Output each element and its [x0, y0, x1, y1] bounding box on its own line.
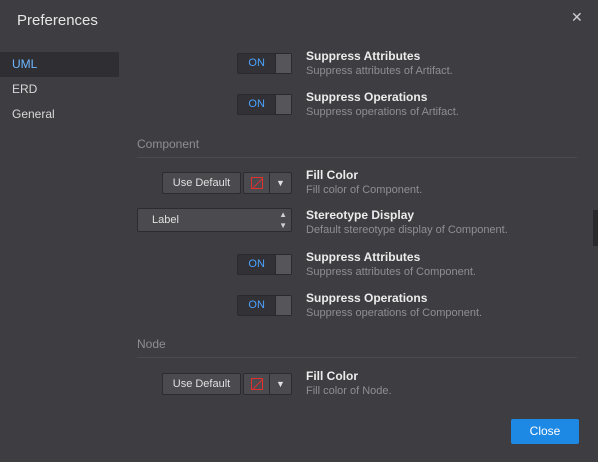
- artifact-suppress-attributes-row: ON Suppress Attributes Suppress attribut…: [137, 46, 577, 86]
- property-name: Fill Color: [306, 369, 358, 383]
- dialog-title: Preferences: [17, 12, 98, 29]
- property-name: Suppress Attributes: [306, 250, 421, 264]
- component-suppress-attributes-row: ON Suppress Attributes Suppress attribut…: [137, 247, 577, 287]
- artifact-suppress-operations-row: ON Suppress Operations Suppress operatio…: [137, 87, 577, 127]
- property-description: Suppress attributes of Artifact.: [306, 65, 453, 77]
- toggle-state: ON: [238, 255, 276, 274]
- use-default-button[interactable]: Use Default: [162, 172, 241, 194]
- property-description: Fill color of Component.: [306, 184, 423, 196]
- property-description: Suppress operations of Artifact.: [306, 106, 459, 118]
- section-divider: [137, 157, 577, 158]
- toggle-knob: [275, 95, 291, 114]
- stereotype-display-select[interactable]: Label ▲ ▼: [137, 208, 292, 232]
- select-arrows-icon: ▲ ▼: [279, 210, 287, 230]
- fill-color-picker[interactable]: ▼: [243, 373, 292, 395]
- section-divider: [137, 357, 577, 358]
- property-description: Default stereotype display of Component.: [306, 224, 508, 236]
- component-suppress-operations-toggle[interactable]: ON: [237, 295, 292, 316]
- component-stereotype-display-row: Label ▲ ▼ Stereotype Display Default ster…: [137, 202, 577, 242]
- toggle-knob: [275, 255, 291, 274]
- artifact-suppress-operations-toggle[interactable]: ON: [237, 94, 292, 115]
- toggle-state: ON: [238, 296, 276, 315]
- component-suppress-operations-row: ON Suppress Operations Suppress operatio…: [137, 288, 577, 328]
- section-title: Component: [137, 137, 200, 151]
- chevron-down-icon: ▼: [276, 178, 285, 188]
- section-node: Node: [137, 337, 577, 358]
- property-name: Suppress Operations: [306, 291, 428, 305]
- close-button[interactable]: Close: [511, 419, 579, 444]
- select-value: Label: [152, 214, 179, 226]
- node-fill-color-row: Use Default ▼ Fill Color Fill color of N…: [137, 367, 577, 405]
- sidebar-item-uml[interactable]: UML: [0, 52, 119, 77]
- artifact-suppress-attributes-toggle[interactable]: ON: [237, 53, 292, 74]
- no-color-swatch-icon: [251, 177, 263, 189]
- property-name: Suppress Operations: [306, 90, 428, 104]
- sidebar: UML ERD General: [0, 52, 119, 127]
- toggle-state: ON: [238, 54, 276, 73]
- property-name: Fill Color: [306, 168, 358, 182]
- property-name: Stereotype Display: [306, 208, 415, 222]
- chevron-down-icon: ▼: [276, 379, 285, 389]
- toggle-knob: [275, 54, 291, 73]
- property-description: Fill color of Node.: [306, 385, 392, 397]
- preferences-content: ON Suppress Attributes Suppress attribut…: [137, 40, 577, 405]
- sidebar-item-general[interactable]: General: [0, 102, 119, 127]
- property-description: Suppress operations of Component.: [306, 307, 483, 319]
- property-name: Suppress Attributes: [306, 49, 421, 63]
- preferences-dialog: Preferences ✕ UML ERD General ON Suppres…: [0, 0, 598, 462]
- component-fill-color-row: Use Default ▼ Fill Color Fill color of C…: [137, 166, 577, 206]
- component-suppress-attributes-toggle[interactable]: ON: [237, 254, 292, 275]
- toggle-knob: [275, 296, 291, 315]
- property-description: Suppress attributes of Component.: [306, 266, 476, 278]
- fill-color-picker[interactable]: ▼: [243, 172, 292, 194]
- use-default-button[interactable]: Use Default: [162, 373, 241, 395]
- section-title: Node: [137, 337, 166, 351]
- toggle-state: ON: [238, 95, 276, 114]
- section-component: Component: [137, 137, 577, 158]
- scrollbar-thumb[interactable]: [593, 210, 598, 246]
- close-icon[interactable]: ✕: [571, 9, 583, 26]
- sidebar-item-erd[interactable]: ERD: [0, 77, 119, 102]
- no-color-swatch-icon: [251, 378, 263, 390]
